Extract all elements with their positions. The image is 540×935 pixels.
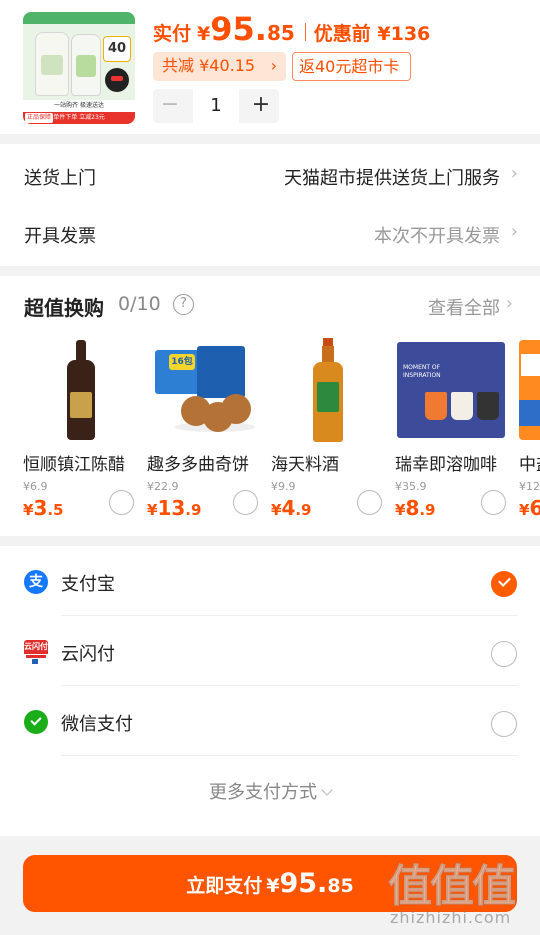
exchange-item[interactable]: 中盐 ¥12. ¥6 [519,336,540,526]
exchange-item[interactable]: MOMENT OF INSPIRATION 瑞幸即溶咖啡 ¥35.9 ¥8.9 [395,336,519,526]
delivery-label: 送货上门 [24,168,96,189]
order-options: 送货上门 天猫超市提供送货上门服务 › 开具发票 本次不开具发票 › [0,144,540,266]
item-select-radio[interactable] [109,490,134,515]
paid-currency: ¥ [197,23,211,45]
cashback-badge: 返40元超市卡 [292,52,411,81]
discount-label: 共减 ¥40.15 [162,56,256,75]
item-price: ¥6 [519,496,540,520]
wechat-pay-icon [24,710,48,734]
divider [61,755,518,756]
paid-label: 实付 [153,23,192,45]
pay-now-button[interactable]: 立即支付 ¥95.85 [23,855,517,912]
paid-amount-decimal: 85 [266,21,295,45]
exchange-item[interactable]: 海天料酒 ¥9.9 ¥4.9 [271,336,395,526]
item-price: ¥8.9 [395,496,436,520]
item-name: 恒顺镇江陈醋 [23,455,125,475]
item-price: ¥3.5 [23,496,64,520]
payment-name: 支付宝 [61,574,115,595]
quantity-stepper: − 1 + [153,89,279,123]
exchange-item[interactable]: 恒顺镇江陈醋 ¥6.9 ¥3.5 [23,336,147,526]
item-name: 趣多多曲奇饼 [147,455,249,475]
delivery-value: 天猫超市提供送货上门服务 [284,168,500,189]
item-old-price: ¥12. [519,480,540,493]
product-summary: 40 一站购齐 极速送达 单件下单 立减23元 正品保障 实付 ¥95.85 优惠前… [0,0,540,134]
item-old-price: ¥9.9 [271,480,296,493]
thumbnail-badge: 40 [103,36,131,62]
chevron-right-icon: › [510,163,518,184]
bottle-image [35,32,69,96]
chevron-down-icon [321,784,333,796]
salt-package-image [519,336,540,444]
exchange-item[interactable]: 16包 趣多多曲奇饼 ¥22.9 ¥13.9 [147,336,271,526]
more-payment-methods[interactable]: 更多支付方式 [0,778,540,804]
guarantee-badge: 正品保障 [25,113,54,123]
chevron-right-icon: › [510,221,518,242]
item-name: 海天料酒 [271,455,339,475]
payment-option-unionpay[interactable]: 云闪付 云闪付 [0,616,540,686]
item-name: 中盐 [519,455,540,475]
cookie-badge: 16包 [169,354,195,370]
view-all-link[interactable]: 查看全部 [428,294,500,320]
unionpay-icon: 云闪付 [24,640,48,664]
payment-methods: 支 支付宝 云闪付 云闪付 微信支付 更多支付方式 [0,546,540,836]
product-thumbnail[interactable]: 40 一站购齐 极速送达 单件下单 立减23元 正品保障 [23,12,135,124]
pay-currency: ¥ [266,875,280,897]
help-icon[interactable]: ? [173,294,194,315]
invoice-value: 本次不开具发票 [374,226,500,247]
invoice-row[interactable]: 开具发票 本次不开具发票 › [0,204,540,264]
tmall-cat-icon [105,68,129,92]
payment-radio[interactable] [491,711,517,737]
cookie-box-image: 16包 [147,336,257,444]
item-old-price: ¥6.9 [23,480,48,493]
original-price: 优惠前 ¥136 [313,23,431,45]
more-payment-label: 更多支付方式 [209,782,317,803]
thumbnail-slogan: 一站购齐 极速送达 [23,100,135,112]
payment-radio[interactable] [491,641,517,667]
pay-amount-decimal: 85 [327,875,354,897]
payment-option-alipay[interactable]: 支 支付宝 [0,546,540,616]
thumbnail-top-banner [23,12,135,24]
bottle-image [71,34,101,96]
item-price: ¥4.9 [271,496,312,520]
alipay-icon: 支 [24,570,48,594]
quantity-input[interactable]: 1 [193,89,239,123]
pay-now-label: 立即支付 [186,875,263,897]
item-price: ¥13.9 [147,496,202,520]
invoice-label: 开具发票 [24,226,96,247]
exchange-section: 超值换购 0/10 ? 查看全部 › 恒顺镇江陈醋 ¥6.9 ¥3.5 16包 … [0,276,540,536]
coffee-box-text: MOMENT OF INSPIRATION [403,364,441,379]
item-select-radio[interactable] [481,490,506,515]
item-old-price: ¥22.9 [147,480,179,493]
chevron-right-icon: › [270,56,277,75]
pay-amount-integer: 95. [279,868,328,899]
payment-name: 微信支付 [61,714,133,735]
paid-amount-integer: 95. [210,10,267,48]
payment-radio-selected[interactable] [491,571,517,597]
delivery-row[interactable]: 送货上门 天猫超市提供送货上门服务 › [0,146,540,206]
discount-detail-button[interactable]: 共减 ¥40.15 › [153,52,286,81]
chevron-right-icon: › [505,293,513,314]
payment-option-wechat[interactable]: 微信支付 [0,686,540,756]
vinegar-bottle-image [23,336,133,444]
price-divider [304,23,306,41]
item-select-radio[interactable] [233,490,258,515]
decrease-button[interactable]: − [153,89,187,123]
exchange-count: 0/10 [118,293,161,315]
coffee-box-image: MOMENT OF INSPIRATION [395,336,505,444]
increase-button[interactable]: + [243,89,279,123]
paid-price: 实付 ¥95.85 优惠前 ¥136 [153,10,430,50]
item-name: 瑞幸即溶咖啡 [395,455,497,475]
payment-name: 云闪付 [61,644,115,665]
item-old-price: ¥35.9 [395,480,427,493]
item-select-radio[interactable] [357,490,382,515]
cooking-wine-image [271,336,381,444]
section-title: 超值换购 [24,296,104,320]
